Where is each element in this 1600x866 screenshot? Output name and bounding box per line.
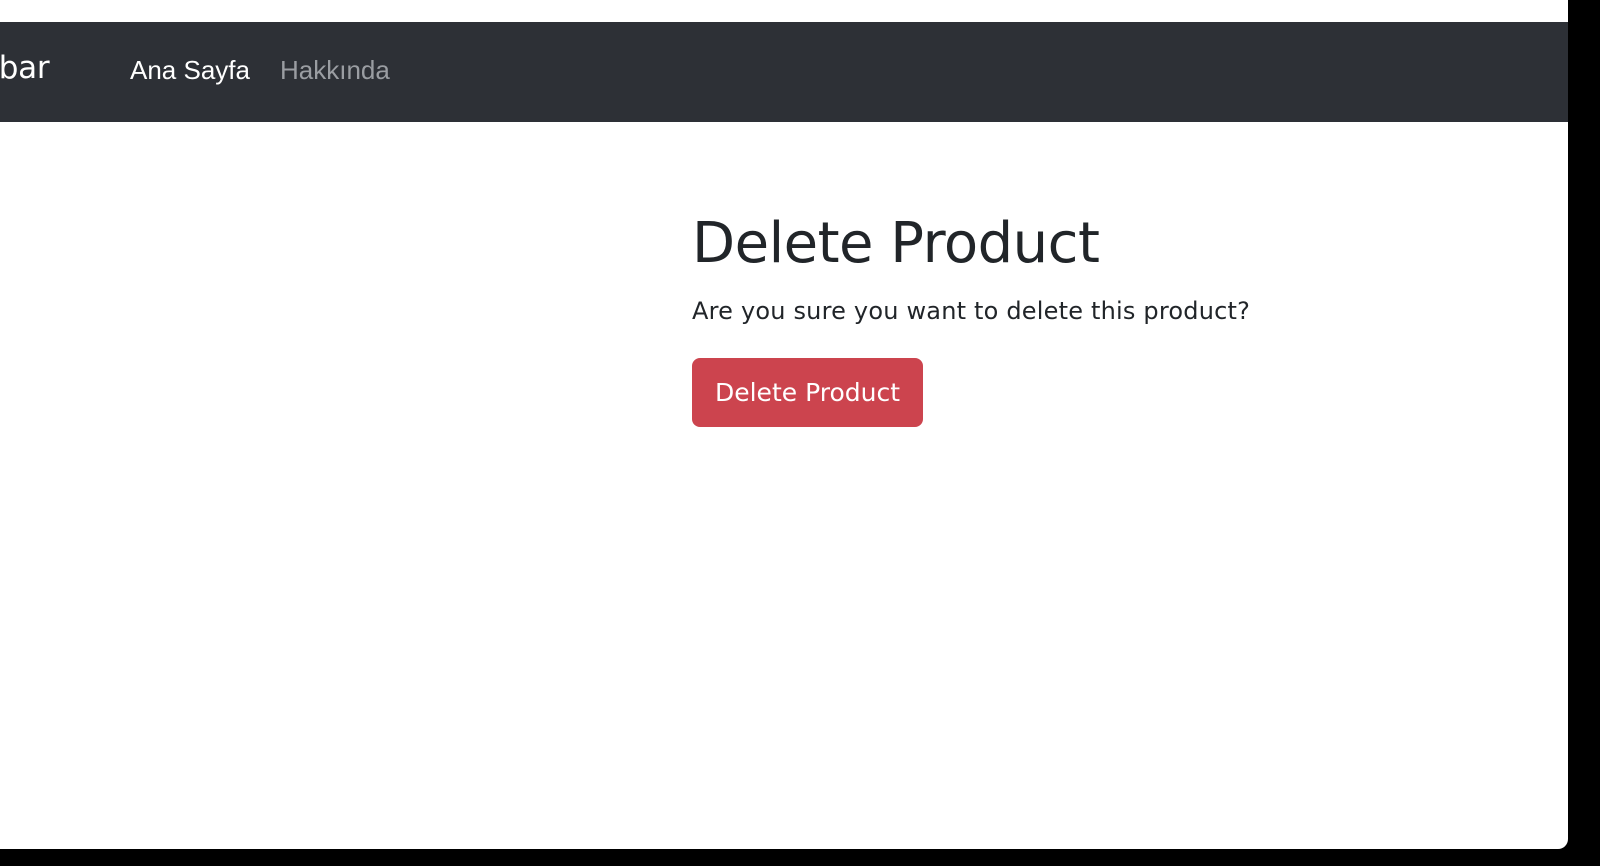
navbar-brand[interactable]: avbar bbox=[0, 50, 50, 86]
delete-product-button[interactable]: Delete Product bbox=[692, 358, 923, 427]
main-content: Delete Product Are you sure you want to … bbox=[692, 210, 1492, 427]
window-frame: avbar Ana Sayfa Hakkında Delete Product … bbox=[0, 0, 1600, 866]
confirmation-message: Are you sure you want to delete this pro… bbox=[692, 297, 1251, 325]
nav-link-ana-sayfa[interactable]: Ana Sayfa bbox=[130, 55, 250, 86]
page-title: Delete Product bbox=[692, 211, 1100, 276]
navbar: avbar Ana Sayfa Hakkında bbox=[0, 22, 1568, 122]
nav-link-hakkinda[interactable]: Hakkında bbox=[280, 55, 390, 86]
page-viewport: avbar Ana Sayfa Hakkında Delete Product … bbox=[0, 0, 1568, 849]
top-strip bbox=[0, 0, 1568, 22]
